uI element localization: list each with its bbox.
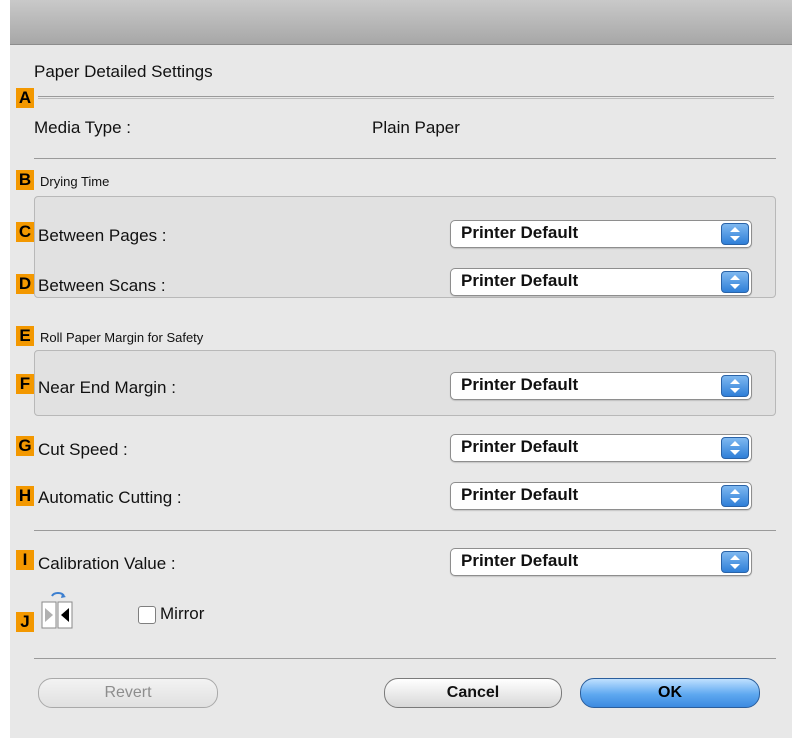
- title-bar[interactable]: [10, 0, 792, 45]
- badge-c: C: [16, 222, 34, 242]
- badge-g: G: [16, 436, 34, 456]
- roll-margin-group-label: Roll Paper Margin for Safety: [40, 330, 204, 345]
- divider-cutting: [34, 530, 776, 531]
- popup-arrows-icon: [721, 437, 749, 459]
- between-scans-label: Between Scans :: [38, 276, 166, 295]
- badge-h: H: [16, 486, 34, 506]
- popup-arrows-icon: [721, 551, 749, 573]
- between-pages-value: Printer Default: [461, 223, 579, 242]
- mirror-icon: [40, 592, 76, 637]
- between-pages-label: Between Pages :: [38, 226, 167, 245]
- between-scans-select[interactable]: Printer Default: [450, 268, 752, 296]
- drying-time-group-label: Drying Time: [40, 174, 110, 189]
- popup-arrows-icon: [721, 375, 749, 397]
- badge-e: E: [16, 326, 34, 346]
- calibration-value-select[interactable]: Printer Default: [450, 548, 752, 576]
- divider-bottom: [34, 658, 776, 659]
- cut-speed-value: Printer Default: [461, 437, 579, 456]
- automatic-cutting-select[interactable]: Printer Default: [450, 482, 752, 510]
- paper-detailed-settings-dialog: Paper Detailed Settings A Media Type : P…: [10, 0, 792, 738]
- automatic-cutting-value: Printer Default: [461, 485, 579, 504]
- revert-button[interactable]: Revert: [38, 678, 218, 708]
- near-end-margin-label: Near End Margin :: [38, 378, 176, 397]
- near-end-margin-value: Printer Default: [461, 375, 579, 394]
- popup-arrows-icon: [721, 485, 749, 507]
- mirror-checkbox[interactable]: [138, 606, 156, 624]
- badge-i: I: [16, 550, 34, 570]
- dialog-heading: Paper Detailed Settings: [34, 62, 213, 81]
- divider-media: [34, 158, 776, 159]
- between-scans-value: Printer Default: [461, 271, 579, 290]
- cut-speed-select[interactable]: Printer Default: [450, 434, 752, 462]
- popup-arrows-icon: [721, 271, 749, 293]
- calibration-value-value: Printer Default: [461, 551, 579, 570]
- media-type-value: Plain Paper: [372, 118, 460, 137]
- ok-button[interactable]: OK: [580, 678, 760, 708]
- badge-a: A: [16, 88, 34, 108]
- automatic-cutting-label: Automatic Cutting :: [38, 488, 182, 507]
- near-end-margin-select[interactable]: Printer Default: [450, 372, 752, 400]
- calibration-value-label: Calibration Value :: [38, 554, 176, 573]
- mirror-label: Mirror: [160, 604, 205, 623]
- badge-d: D: [16, 274, 34, 294]
- badge-f: F: [16, 374, 34, 394]
- cancel-button[interactable]: Cancel: [384, 678, 562, 708]
- divider-top: [38, 96, 774, 99]
- cut-speed-label: Cut Speed :: [38, 440, 128, 459]
- media-type-label: Media Type :: [34, 118, 132, 137]
- badge-j: J: [16, 612, 34, 632]
- badge-b: B: [16, 170, 34, 190]
- popup-arrows-icon: [721, 223, 749, 245]
- between-pages-select[interactable]: Printer Default: [450, 220, 752, 248]
